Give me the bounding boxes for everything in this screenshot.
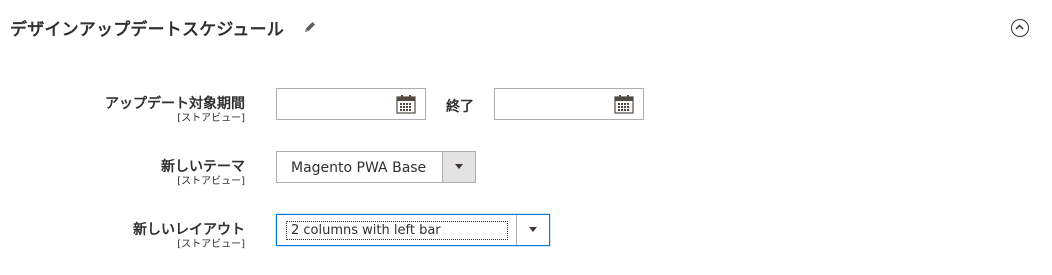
date-range-label: アップデート対象期間 [ストアビュー]: [0, 96, 245, 125]
layout-scope: [ストアビュー]: [177, 239, 245, 250]
caret-down-icon: [529, 227, 537, 232]
date-range-scope: [ストアビュー]: [177, 113, 245, 124]
pencil-icon[interactable]: [302, 19, 318, 35]
calendar-icon[interactable]: [614, 95, 634, 114]
calendar-icon[interactable]: [396, 95, 416, 114]
date-to-label: 終了: [446, 99, 474, 115]
layout-select[interactable]: 2 columns with left bar: [276, 214, 550, 246]
date-to-input[interactable]: [494, 88, 644, 120]
theme-label: 新しいテーマ [ストアビュー]: [0, 159, 245, 188]
date-range-label-text: アップデート対象期間: [105, 96, 245, 112]
date-from-input[interactable]: [276, 88, 426, 120]
theme-dropdown-button[interactable]: [442, 152, 475, 182]
section-title: デザインアップデートスケジュール: [10, 20, 285, 40]
theme-scope: [ストアビュー]: [177, 176, 245, 187]
layout-dropdown-button[interactable]: [516, 215, 549, 245]
theme-select[interactable]: Magento PWA Base: [276, 151, 476, 183]
layout-label: 新しいレイアウト [ストアビュー]: [0, 222, 245, 251]
theme-select-value: Magento PWA Base: [291, 160, 427, 176]
theme-label-text: 新しいテーマ: [161, 159, 245, 175]
layout-select-value: 2 columns with left bar: [286, 221, 508, 240]
collapse-toggle-icon[interactable]: [1011, 19, 1029, 37]
layout-label-text: 新しいレイアウト: [133, 222, 245, 238]
caret-down-icon: [455, 164, 463, 169]
